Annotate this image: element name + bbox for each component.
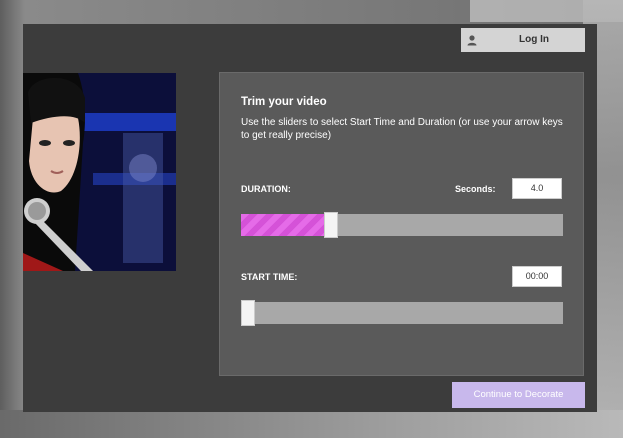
duration-slider-fill [241,214,326,236]
start-time-slider[interactable] [241,300,563,326]
panel-title: Trim your video [241,96,327,108]
seconds-label: Seconds: [455,184,496,194]
duration-seconds-input[interactable]: 4.0 [512,178,562,199]
continue-to-decorate-button[interactable]: Continue to Decorate [452,382,585,408]
login-label: Log In [519,34,549,45]
duration-label: DURATION: [241,184,291,194]
user-icon [461,28,483,52]
panel-description: Use the sliders to select Start Time and… [241,117,563,141]
trim-panel: Trim your video Use the sliders to selec… [219,72,584,376]
video-thumbnail [23,73,176,271]
start-time-slider-handle[interactable] [241,300,255,326]
trim-modal: Log In Trim your video Use the sliders t… [23,24,597,412]
duration-slider[interactable] [241,212,563,238]
background-bottom-strip [0,410,623,438]
duration-slider-handle[interactable] [324,212,338,238]
login-button[interactable]: Log In [461,28,585,52]
start-time-label: START TIME: [241,272,298,282]
start-time-input[interactable]: 00:00 [512,266,562,287]
